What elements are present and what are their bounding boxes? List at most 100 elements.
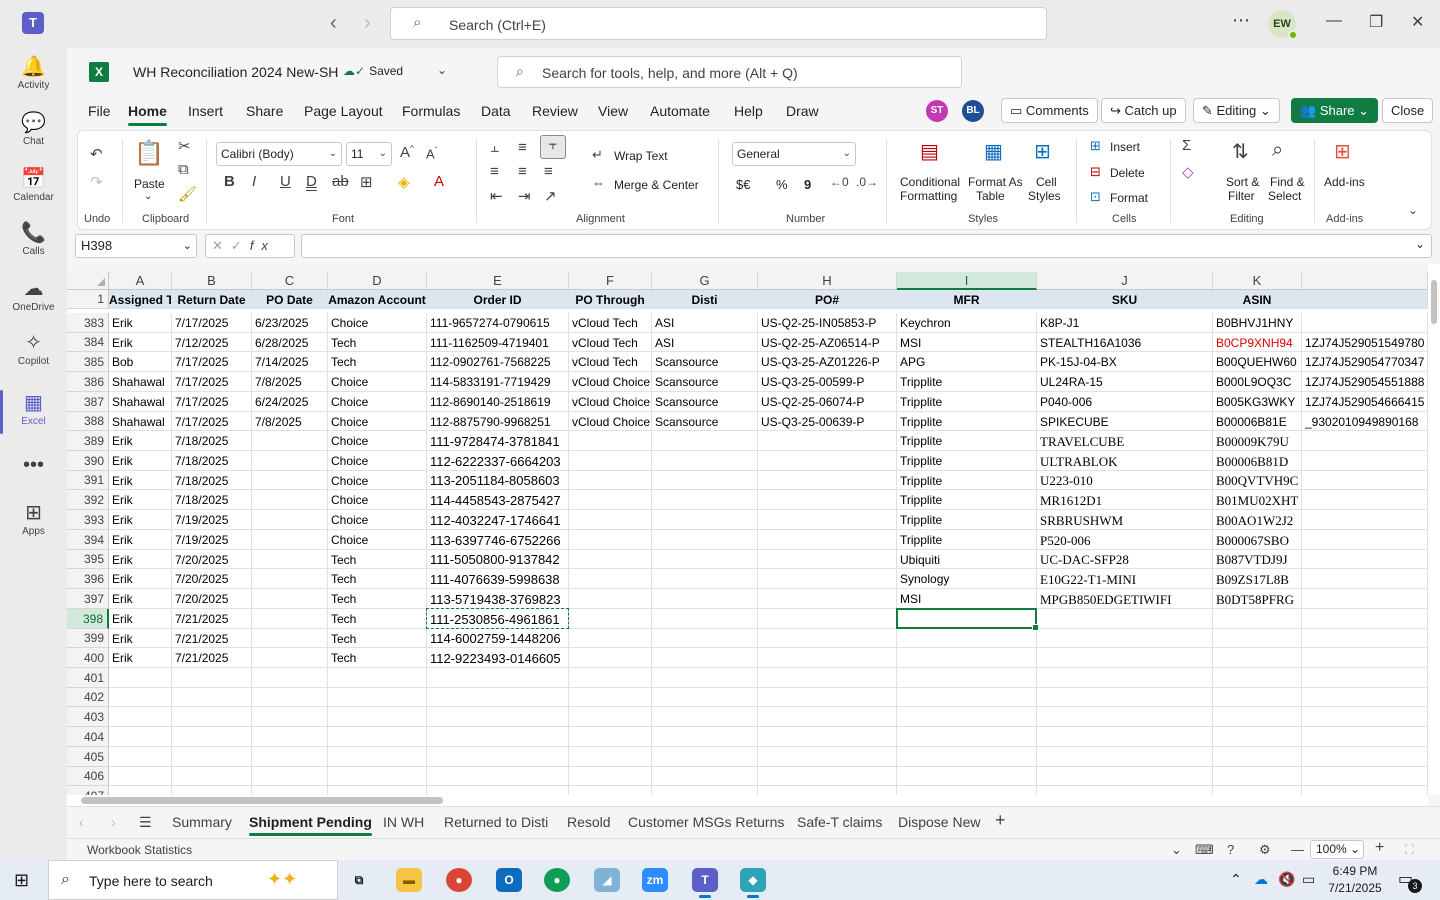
sheet-tab-shipment-pending[interactable]: Shipment Pending [249, 814, 372, 836]
table-cell[interactable]: Erik [109, 471, 172, 490]
table-cell[interactable] [758, 490, 897, 510]
currency-format-button[interactable]: $€ [736, 177, 750, 192]
italic-icon[interactable]: I [252, 173, 256, 190]
column-header-e[interactable]: E [427, 272, 569, 290]
format-cells-button[interactable]: Format [1110, 191, 1148, 205]
table-cell[interactable] [252, 490, 328, 510]
table-cell[interactable] [252, 767, 328, 786]
table-cell[interactable]: B000067SBO [1213, 530, 1302, 550]
row-header[interactable]: 399 [67, 629, 109, 648]
borders-icon[interactable]: ⊞ [360, 173, 373, 191]
table-cell[interactable] [328, 707, 427, 727]
row-header[interactable]: 394 [67, 530, 109, 550]
comments-button[interactable]: ▭ Comments [1001, 98, 1098, 123]
table-cell[interactable] [652, 550, 758, 569]
table-cell[interactable] [427, 688, 569, 707]
table-cell[interactable]: vCloud Tech [569, 313, 652, 333]
table-cell[interactable]: UC-DAC-SFP28 [1037, 550, 1213, 569]
table-cell[interactable] [252, 668, 328, 688]
table-cell[interactable] [652, 569, 758, 589]
table-cell[interactable]: 1ZJ74J529054770347 [1302, 352, 1428, 372]
show-hidden-icons-icon[interactable]: ⌃ [1230, 871, 1242, 888]
table-cell[interactable]: 1ZJ74J529051549780 [1302, 333, 1428, 352]
column-header-d[interactable]: D [328, 272, 427, 290]
table-cell[interactable] [427, 747, 569, 767]
table-cell[interactable]: 111-9728474-3781841 [427, 431, 569, 451]
table-cell[interactable]: Tech [328, 609, 427, 629]
table-cell[interactable] [1302, 727, 1428, 747]
table-cell[interactable]: 7/18/2025 [172, 490, 252, 510]
table-cell[interactable] [109, 707, 172, 727]
formula-tools[interactable]: ✕✓fx [205, 234, 295, 258]
tab-data[interactable]: Data [481, 103, 511, 119]
table-cell[interactable]: Tripplite [897, 451, 1037, 471]
table-cell[interactable]: vCloud Tech [569, 333, 652, 352]
table-cell[interactable]: 7/21/2025 [172, 629, 252, 648]
table-cell[interactable]: US-Q2-25-06074-P [758, 392, 897, 412]
table-cell[interactable]: 1ZJ74J529054551888 [1302, 372, 1428, 392]
share-button[interactable]: 👥 Share ⌄ [1291, 98, 1379, 123]
table-cell[interactable]: UL24RA-15 [1037, 372, 1213, 392]
table-cell[interactable] [172, 668, 252, 688]
table-cell[interactable] [252, 451, 328, 471]
table-cell[interactable] [569, 510, 652, 530]
workbook-statistics[interactable]: Workbook Statistics [87, 843, 192, 857]
table-cell[interactable]: Choice [328, 471, 427, 490]
table-cell[interactable]: 7/17/2025 [172, 313, 252, 333]
scroll-thumb[interactable] [81, 797, 443, 804]
underline-icon[interactable]: U [280, 173, 291, 190]
outlook-icon[interactable]: O [496, 868, 522, 892]
table-cell[interactable]: Choice [328, 431, 427, 451]
table-cell[interactable]: Shahawal [109, 412, 172, 431]
table-cell[interactable]: 7/19/2025 [172, 530, 252, 550]
sheet-tab-safe-t-claims[interactable]: Safe-T claims [797, 814, 882, 830]
table-cell[interactable]: ULTRABLOK [1037, 451, 1213, 471]
table-cell[interactable]: Erik [109, 629, 172, 648]
table-cell[interactable] [652, 471, 758, 490]
table-cell[interactable]: Erik [109, 609, 172, 629]
table-cell[interactable]: 112-4032247-1746641 [427, 510, 569, 530]
row-header[interactable]: 402 [67, 688, 109, 707]
minimize-icon[interactable]: — [1326, 12, 1342, 30]
collaborator-avatar[interactable]: ST [926, 100, 948, 122]
bold-icon[interactable]: B [224, 173, 235, 190]
saved-status[interactable]: ☁✓ Saved [343, 64, 403, 78]
table-cell[interactable] [652, 490, 758, 510]
table-cell[interactable] [328, 747, 427, 767]
close-window-icon[interactable]: ✕ [1411, 12, 1424, 32]
table-cell[interactable] [172, 747, 252, 767]
table-cell[interactable]: vCloud Tech [569, 352, 652, 372]
row-header[interactable]: 397 [67, 589, 109, 609]
restore-icon[interactable]: ❐ [1369, 12, 1383, 32]
table-cell[interactable]: Tech [328, 352, 427, 372]
table-cell[interactable] [569, 767, 652, 786]
table-cell[interactable] [1302, 313, 1428, 333]
table-cell[interactable] [652, 747, 758, 767]
table-cell[interactable] [252, 609, 328, 629]
table-cell[interactable] [758, 550, 897, 569]
row-header[interactable]: 383 [67, 313, 109, 333]
sheet-tab-customer-msgs-returns[interactable]: Customer MSGs Returns [628, 814, 784, 830]
table-cell[interactable] [427, 668, 569, 688]
table-cell[interactable]: 7/21/2025 [172, 648, 252, 668]
table-cell[interactable] [328, 668, 427, 688]
table-cell[interactable] [172, 688, 252, 707]
table-cell[interactable] [652, 767, 758, 786]
catch-up-button[interactable]: ↪ Catch up [1101, 98, 1186, 123]
table-cell[interactable]: 113-5719438-3769823 [427, 589, 569, 609]
volume-muted-icon[interactable]: 🔇 [1278, 871, 1295, 888]
column-header-l[interactable] [1302, 272, 1428, 290]
column-title-cell[interactable]: PO Through [569, 290, 652, 309]
redo-icon[interactable]: ↷ [90, 173, 103, 191]
rail-item-onedrive[interactable]: ☁ OneDrive [0, 276, 67, 313]
table-cell[interactable]: MSI [897, 333, 1037, 352]
table-cell[interactable]: US-Q3-25-AZ01226-P [758, 352, 897, 372]
zoom-in-icon[interactable]: + [1375, 839, 1384, 857]
table-cell[interactable]: B09ZS17L8B [1213, 569, 1302, 589]
table-cell[interactable]: MSI [897, 589, 1037, 609]
table-cell[interactable]: Choice [328, 412, 427, 431]
tab-help[interactable]: Help [734, 103, 763, 119]
column-header-j[interactable]: J [1037, 272, 1213, 290]
table-cell[interactable]: Erik [109, 569, 172, 589]
column-title-cell[interactable]: PO# [758, 290, 897, 309]
